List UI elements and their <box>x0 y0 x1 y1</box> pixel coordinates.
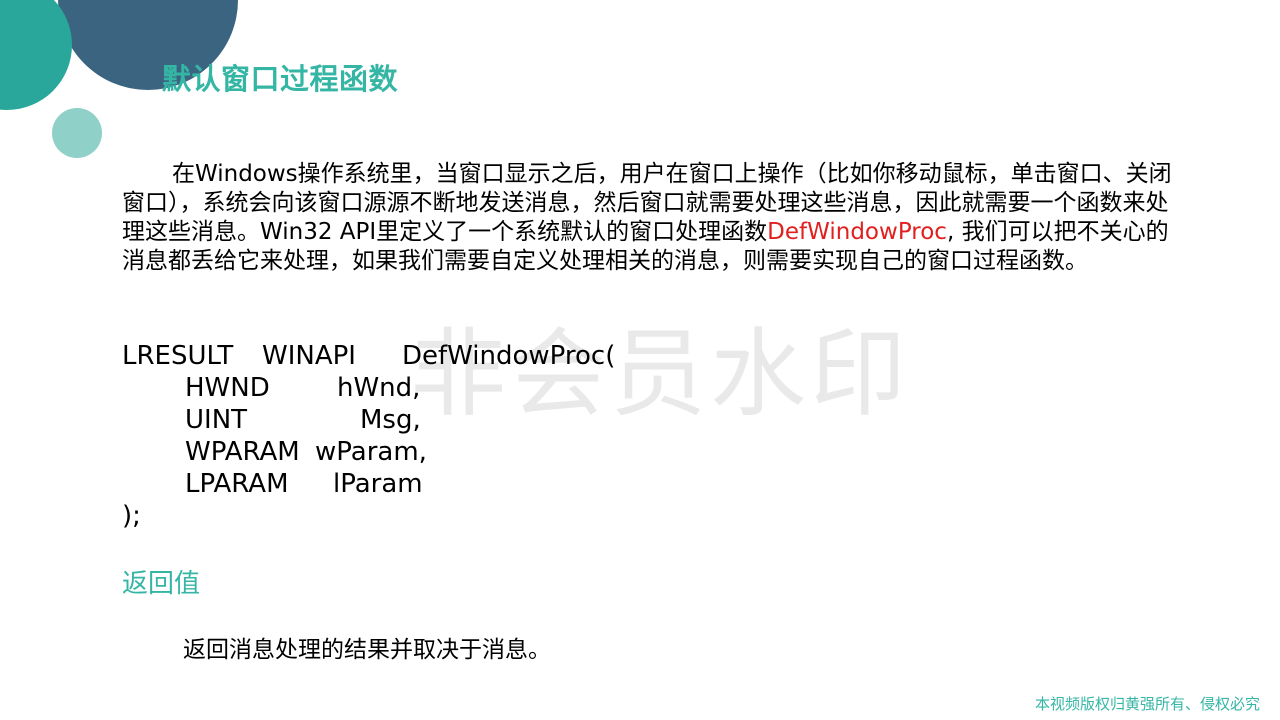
slide-title: 默认窗口过程函数 <box>162 62 399 96</box>
paragraph-highlight: DefWindowProc <box>767 219 947 245</box>
code-param-name: wParam, <box>315 437 427 467</box>
code-param-name: Msg, <box>360 405 421 435</box>
return-heading: 返回值 <box>122 569 201 599</box>
code-close: ); <box>122 501 141 531</box>
code-param-type: HWND <box>185 373 270 403</box>
code-function-name: DefWindowProc( <box>402 341 616 371</box>
code-param-name: lParam <box>333 469 423 499</box>
code-param-type: LPARAM <box>185 469 289 499</box>
code-return-type: LRESULT <box>122 341 234 371</box>
code-param-type: UINT <box>185 405 248 435</box>
code-calling-convention: WINAPI <box>262 341 356 371</box>
decor-circle-small <box>52 108 102 158</box>
return-description: 返回消息处理的结果并取决于消息。 <box>183 637 551 663</box>
code-param-name: hWnd, <box>337 373 421 403</box>
decor-circle-teal <box>0 0 72 110</box>
intro-paragraph: 在Windows操作系统里，当窗口显示之后，用户在窗口上操作（比如你移动鼠标，单… <box>122 160 1184 276</box>
code-param-type: WPARAM <box>185 437 300 467</box>
copyright-footer: 本视频版权归黄强所有、侵权必究 <box>1034 695 1260 713</box>
